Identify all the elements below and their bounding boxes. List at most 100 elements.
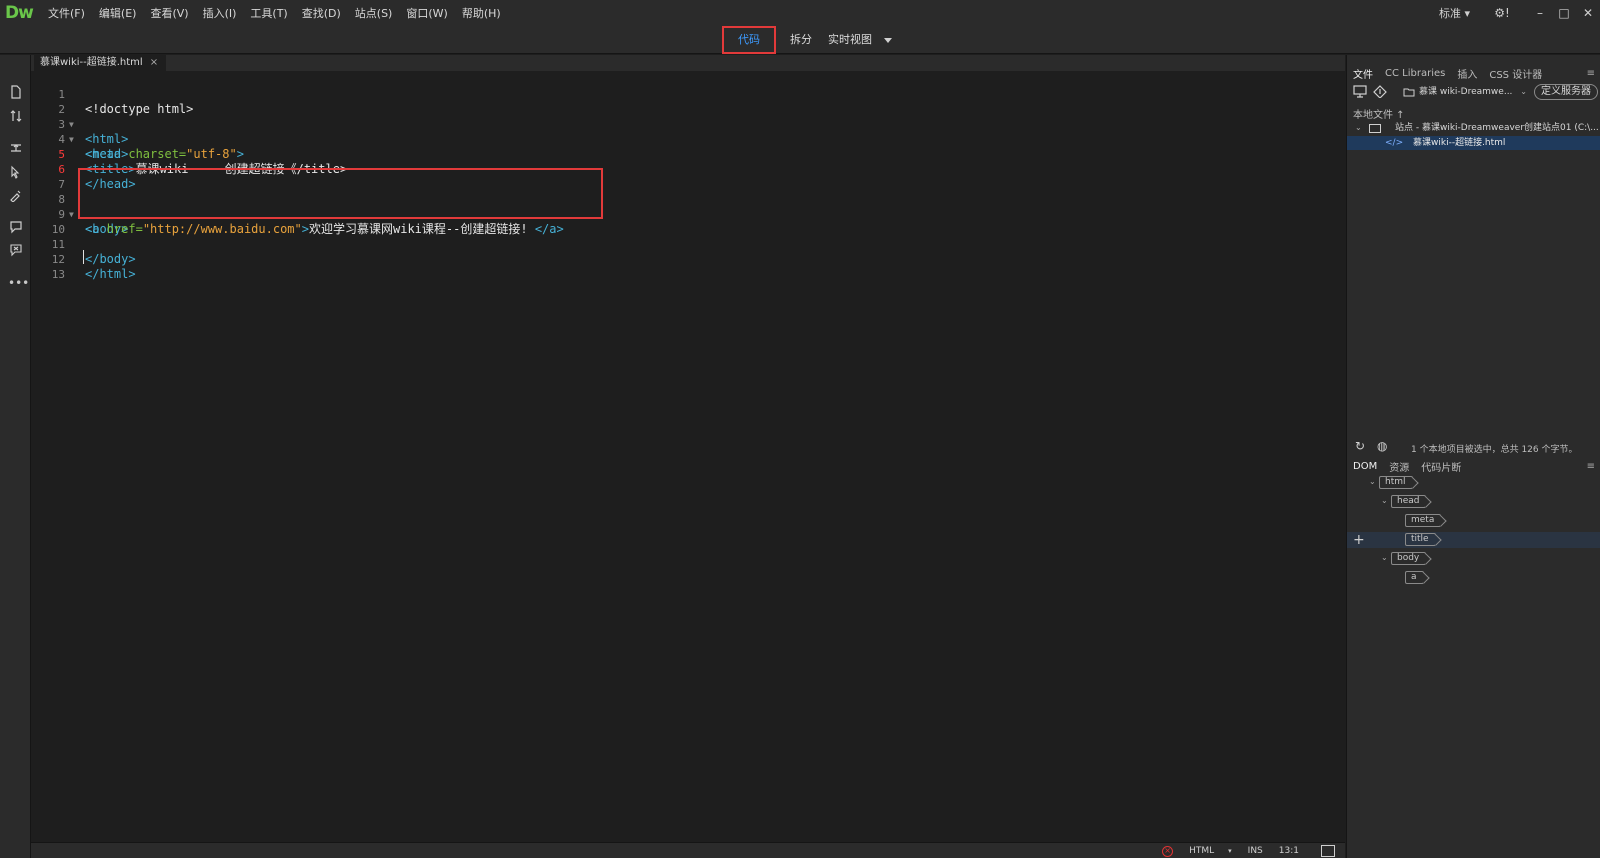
- chevron-down-icon[interactable]: ⌄: [1369, 477, 1376, 486]
- text-caret: [83, 250, 84, 264]
- files-panel-tabs: 文件 CC Libraries 插入 CSS 设计器 ≡: [1347, 65, 1600, 81]
- add-element-icon[interactable]: +: [1353, 532, 1365, 548]
- dom-node-html[interactable]: ⌄ html: [1347, 475, 1600, 491]
- dom-node-a[interactable]: a: [1347, 570, 1600, 586]
- code-view-button[interactable]: 代码: [722, 26, 776, 54]
- open-documents-icon[interactable]: [8, 85, 24, 101]
- dom-node-body[interactable]: ⌄ body: [1347, 551, 1600, 567]
- status-bar-right: × HTML ▾ INS 13:1: [1162, 843, 1345, 858]
- live-view-button[interactable]: 实时视图: [820, 27, 880, 53]
- code-line: 12 </html>: [31, 237, 1331, 281]
- site-root-label: 站点 - 慕课wiki-Dreamweaver创建站点01 (C:\...: [1395, 123, 1599, 133]
- tab-dom[interactable]: DOM: [1347, 461, 1383, 472]
- document-type-select[interactable]: HTML ▾: [1189, 846, 1232, 856]
- chevron-down-icon[interactable]: ⌄: [1381, 496, 1388, 505]
- files-status-bar: ↻ ◍ 1 个本地项目被选中，总共 126 个字节。: [1347, 439, 1600, 455]
- menubar: Dw 文件(F) 编辑(E) 查看(V) 插入(I) 工具(T) 查找(D) 站…: [0, 0, 1600, 26]
- menu-view[interactable]: 查看(V): [143, 5, 195, 21]
- connect-server-icon[interactable]: [1353, 85, 1367, 101]
- menu-tools[interactable]: 工具(T): [243, 5, 294, 21]
- menubar-right: 标准 ▾ ⚙! – □ ✕: [1439, 0, 1600, 26]
- tab-cc-libraries[interactable]: CC Libraries: [1379, 68, 1451, 79]
- globe-icon[interactable]: ◍: [1377, 439, 1387, 453]
- select-parent-tag-icon[interactable]: [8, 165, 24, 181]
- menu-edit[interactable]: 编辑(E): [92, 5, 144, 21]
- files-toolbar: 慕课 wiki-Dreamwe... ⌄ 定义服务器: [1347, 83, 1600, 103]
- maximize-icon[interactable]: □: [1552, 6, 1576, 20]
- dom-node-head[interactable]: ⌄ head: [1347, 494, 1600, 510]
- get-files-icon[interactable]: [1373, 85, 1387, 101]
- view-switcher: 代码 拆分 实时视图: [722, 26, 892, 54]
- dreamweaver-logo: Dw: [5, 3, 34, 23]
- panel-menu-icon[interactable]: ≡: [1587, 461, 1595, 472]
- code-file-icon: </>: [1385, 138, 1404, 148]
- files-status-text: 1 个本地项目被选中，总共 126 个字节。: [1411, 445, 1578, 455]
- dom-tag-label: html: [1379, 476, 1413, 489]
- dom-panel-tabs: DOM 资源 代码片断 ≡: [1347, 458, 1600, 474]
- body-annotation-box: [78, 168, 603, 219]
- left-toolbar: •••: [0, 55, 31, 858]
- code-line: 4 <meta charset="utf-8">: [31, 117, 1331, 161]
- dom-node-title[interactable]: + title: [1347, 532, 1600, 548]
- menu-help[interactable]: 帮助(H): [455, 5, 508, 21]
- define-server-button[interactable]: 定义服务器: [1534, 84, 1598, 100]
- file-management-icon[interactable]: [8, 109, 24, 125]
- chevron-down-icon[interactable]: ⌄: [1381, 553, 1388, 562]
- dom-tree: ⌄ html ⌄ head meta + title ⌄ body a: [1347, 475, 1600, 615]
- insert-mode[interactable]: INS: [1248, 846, 1263, 856]
- folder-icon: [1369, 124, 1381, 133]
- code-editor[interactable]: 1 <!doctype html> 2 ▼ <html> 3 ▼ <head> …: [31, 71, 1345, 842]
- chevron-down-icon: ⌄: [1520, 87, 1527, 96]
- folder-icon: [1403, 88, 1415, 97]
- live-view-dropdown-icon[interactable]: [884, 37, 892, 43]
- refresh-icon[interactable]: ↻: [1355, 439, 1365, 453]
- document-tab[interactable]: 慕课wiki--超链接.html ×: [34, 55, 167, 71]
- menu-site[interactable]: 站点(S): [348, 5, 400, 21]
- site-select[interactable]: 慕课 wiki-Dreamwe... ⌄: [1403, 84, 1531, 100]
- menu-insert[interactable]: 插入(I): [196, 5, 244, 21]
- view-switcher-bar: 代码 拆分 实时视图 ▸▸: [0, 26, 1600, 63]
- chevron-down-icon[interactable]: ⌄: [1355, 121, 1362, 135]
- minimize-icon[interactable]: –: [1528, 6, 1552, 20]
- dom-tag-label: head: [1391, 495, 1427, 508]
- code-line: 13: [31, 252, 1331, 281]
- expand-code-icon[interactable]: [8, 141, 24, 157]
- menu-window[interactable]: 窗口(W): [399, 5, 454, 21]
- right-panel: 文件 CC Libraries 插入 CSS 设计器 ≡ 慕课 wiki-Dre…: [1346, 55, 1600, 858]
- preview-icon[interactable]: [1321, 845, 1335, 857]
- code-line: 2 ▼ <html>: [31, 87, 1331, 146]
- dom-tag-label: meta: [1405, 514, 1442, 527]
- panel-menu-icon[interactable]: ≡: [1587, 68, 1595, 79]
- tab-files[interactable]: 文件: [1347, 66, 1379, 81]
- split-view-button[interactable]: 拆分: [782, 27, 820, 53]
- workspace-select[interactable]: 标准 ▾: [1439, 5, 1470, 21]
- format-source-icon[interactable]: [8, 188, 24, 204]
- menu-find[interactable]: 查找(D): [295, 5, 348, 21]
- more-tools-icon[interactable]: •••: [8, 275, 29, 291]
- code-line: 3 ▼ <head>: [31, 102, 1331, 161]
- menu-file[interactable]: 文件(F): [41, 5, 92, 21]
- code-line: 11 </body>: [31, 222, 1331, 266]
- document-tab-bar: 慕课wiki--超链接.html ×: [31, 55, 1345, 71]
- file-row-selected[interactable]: </> 慕课wiki--超链接.html: [1347, 136, 1600, 150]
- apply-comment-icon[interactable]: [8, 220, 24, 236]
- settings-icon[interactable]: ⚙!: [1490, 6, 1514, 20]
- code-text: </html>: [85, 267, 136, 281]
- error-icon[interactable]: ×: [1162, 845, 1174, 857]
- close-icon[interactable]: ✕: [1576, 6, 1600, 20]
- code-line: 6 </head>: [31, 147, 1331, 191]
- dom-node-meta[interactable]: meta: [1347, 513, 1600, 529]
- tab-css-designer[interactable]: CSS 设计器: [1483, 66, 1548, 81]
- tab-insert[interactable]: 插入: [1451, 66, 1483, 81]
- remove-comment-icon[interactable]: [8, 243, 24, 259]
- dom-tag-label: a: [1405, 571, 1424, 584]
- local-files-header[interactable]: 本地文件 ↑: [1353, 106, 1405, 121]
- document-tab-title: 慕课wiki--超链接.html: [40, 57, 143, 68]
- site-root-row[interactable]: ⌄ 站点 - 慕课wiki-Dreamweaver创建站点01 (C:\...: [1347, 121, 1600, 135]
- tab-snippets[interactable]: 代码片断: [1415, 459, 1467, 474]
- status-bar: × HTML ▾ INS 13:1: [31, 842, 1345, 858]
- close-tab-icon[interactable]: ×: [150, 55, 158, 71]
- line-number: 13: [51, 268, 65, 281]
- code-line: 5 <title>慕课wiki --- 创建超链接《/title>: [31, 132, 1331, 176]
- tab-assets[interactable]: 资源: [1383, 459, 1415, 474]
